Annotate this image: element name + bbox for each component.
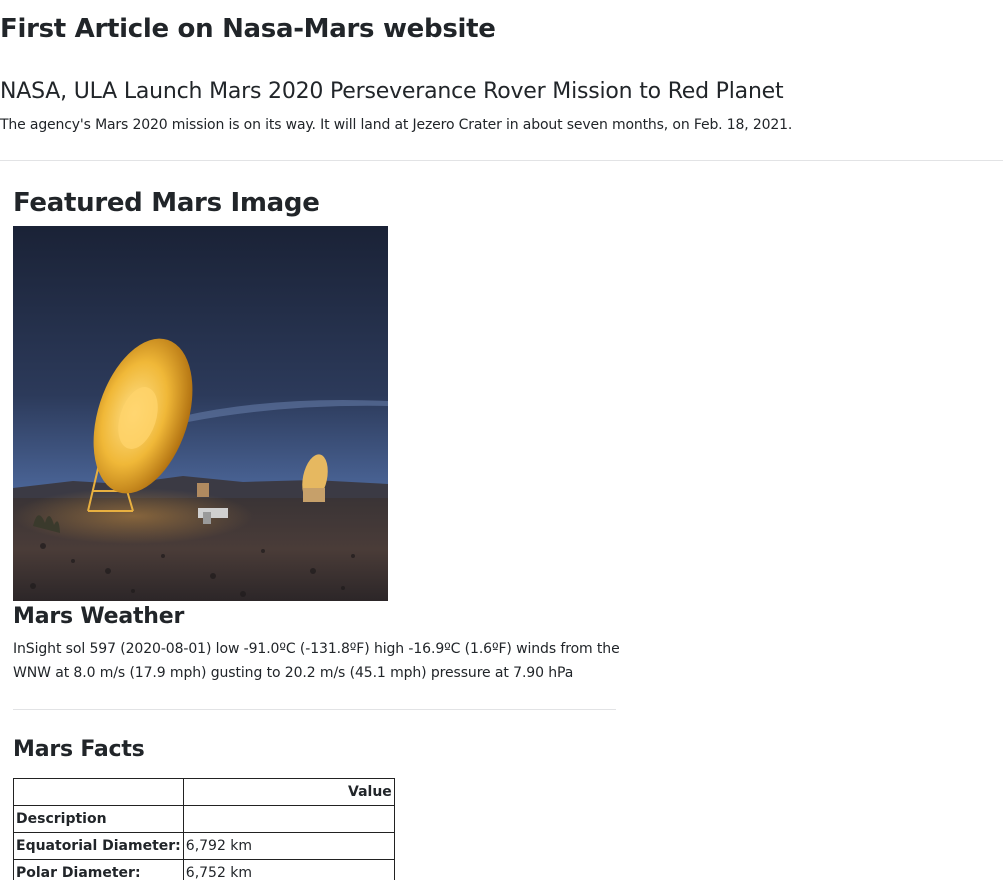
- table-row: Equatorial Diameter: 6,792 km: [13, 832, 395, 860]
- table-row-value: 6,752 km: [182, 859, 395, 880]
- table-row-label: Description: [13, 805, 184, 833]
- mars-facts-table: Value Description Equatorial Diameter: 6…: [13, 778, 395, 880]
- section-divider: [0, 160, 1003, 161]
- table-header-value: Value: [182, 778, 395, 806]
- page: First Article on Nasa-Mars website NASA,…: [0, 0, 1003, 880]
- article-title[interactable]: NASA, ULA Launch Mars 2020 Perseverance …: [0, 75, 784, 109]
- featured-image-heading: Featured Mars Image: [13, 188, 320, 218]
- table-header-blank: [13, 778, 184, 806]
- table-row: Description: [13, 805, 395, 833]
- article-teaser: The agency's Mars 2020 mission is on its…: [0, 117, 793, 133]
- mars-weather-heading: Mars Weather: [13, 604, 185, 629]
- weather-divider: [13, 709, 616, 710]
- mars-facts-heading: Mars Facts: [13, 737, 145, 762]
- table-row-label: Polar Diameter:: [13, 859, 184, 880]
- table-row: Polar Diameter: 6,752 km: [13, 859, 395, 880]
- featured-mars-image[interactable]: [13, 226, 388, 601]
- mars-weather-text: InSight sol 597 (2020-08-01) low -91.0ºC…: [13, 641, 620, 681]
- page-title: First Article on Nasa-Mars website: [0, 14, 496, 44]
- table-row-value: 6,792 km: [182, 832, 395, 860]
- table-header-row: Value: [13, 778, 395, 806]
- table-row-value: [182, 805, 395, 833]
- table-row-label: Equatorial Diameter:: [13, 832, 184, 860]
